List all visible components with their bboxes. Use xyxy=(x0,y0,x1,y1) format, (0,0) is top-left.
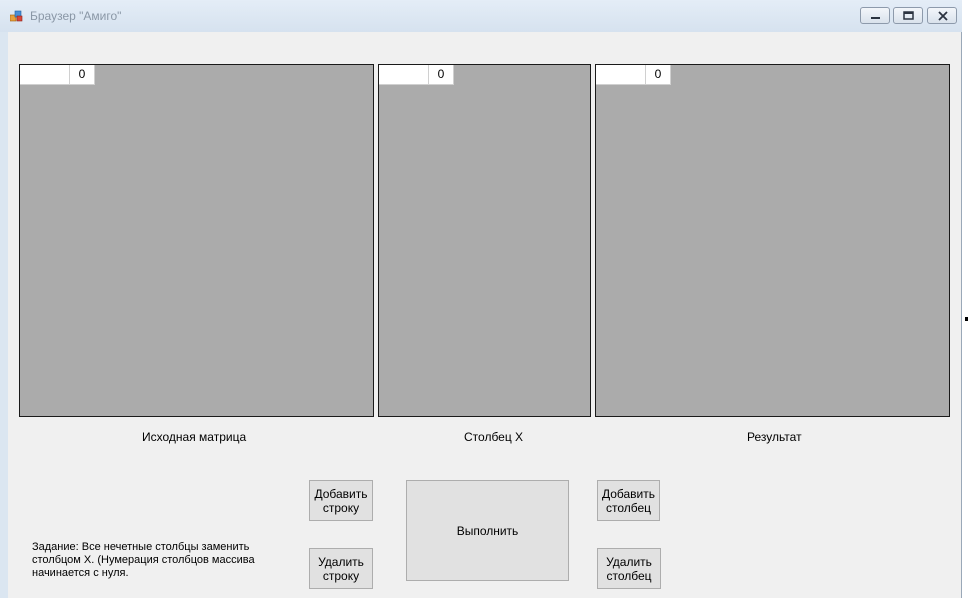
close-icon xyxy=(938,11,948,21)
form-client-area: 0 0 0 Исходная матрица Столбец X Результ… xyxy=(8,32,961,598)
add-row-button[interactable]: Добавить строку xyxy=(309,480,373,521)
grid-corner-cell[interactable] xyxy=(596,65,646,85)
column-header-cell[interactable]: 0 xyxy=(70,65,95,85)
grid-header-row: 0 xyxy=(379,65,454,85)
execute-button-label: Выполнить xyxy=(456,523,519,538)
close-button[interactable] xyxy=(927,7,957,24)
column-header-cell[interactable]: 0 xyxy=(646,65,671,85)
source-matrix-label: Исходная матрица xyxy=(142,430,247,444)
minimize-button[interactable] xyxy=(860,7,890,24)
delete-row-button[interactable]: Удалить строку xyxy=(309,548,373,589)
column-x-label: Столбец X xyxy=(464,430,524,444)
delete-column-button[interactable]: Удалить столбец xyxy=(597,548,661,589)
title-bar[interactable]: Браузер "Амиго" xyxy=(0,0,962,32)
add-column-button[interactable]: Добавить столбец xyxy=(597,480,660,521)
restore-icon xyxy=(903,11,914,20)
column-x-grid[interactable]: 0 xyxy=(378,64,591,417)
grid-corner-cell[interactable] xyxy=(20,65,70,85)
result-grid[interactable]: 0 xyxy=(595,64,950,417)
grid-header-row: 0 xyxy=(596,65,671,85)
source-matrix-grid[interactable]: 0 xyxy=(19,64,374,417)
grid-header-row: 0 xyxy=(20,65,95,85)
add-row-button-label: Добавить строку xyxy=(314,486,368,515)
app-icon xyxy=(9,9,24,23)
window-title: Браузер "Амиго" xyxy=(30,9,122,23)
app-window: Браузер "Амиго" 0 0 0 Исходная матрица С… xyxy=(0,0,962,598)
minimize-icon xyxy=(871,17,880,19)
execute-button[interactable]: Выполнить xyxy=(406,480,569,581)
column-header-cell[interactable]: 0 xyxy=(429,65,454,85)
result-label: Результат xyxy=(747,430,802,444)
delete-column-button-label: Удалить столбец xyxy=(606,554,652,583)
restore-button[interactable] xyxy=(893,7,923,24)
delete-row-button-label: Удалить строку xyxy=(318,554,364,583)
add-column-button-label: Добавить столбец xyxy=(601,486,656,515)
task-description: Задание: Все нечетные столбцы заменить с… xyxy=(32,541,255,579)
grid-corner-cell[interactable] xyxy=(379,65,429,85)
